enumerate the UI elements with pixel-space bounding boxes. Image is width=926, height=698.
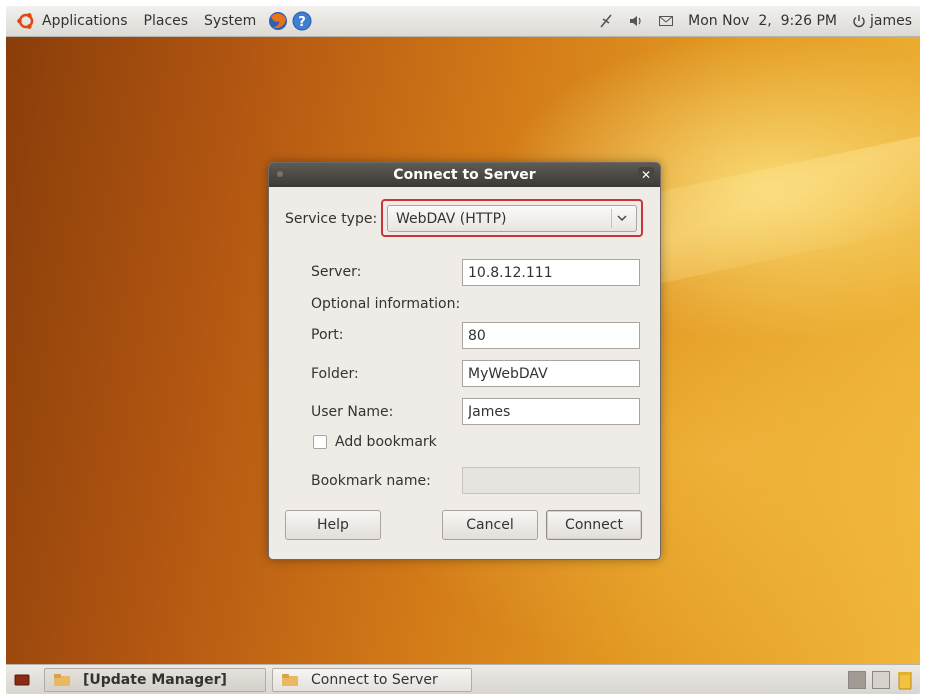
bookmark-name-label: Bookmark name: [311, 473, 431, 489]
cancel-button[interactable]: Cancel [442, 510, 538, 540]
dialog-title: Connect to Server [393, 167, 536, 183]
dropdown-arrow[interactable] [611, 209, 630, 228]
places-menu-label: Places [143, 13, 189, 29]
add-bookmark-row[interactable]: Add bookmark [313, 434, 437, 450]
port-input[interactable] [462, 322, 640, 349]
mail-icon[interactable] [658, 13, 674, 29]
update-manager-icon [54, 674, 70, 686]
workspace-2[interactable] [872, 671, 890, 689]
help-button-label: Help [317, 517, 349, 533]
taskbar-item-update-manager[interactable]: [Update Manager] [44, 668, 266, 692]
service-type-row: Service type: [285, 211, 377, 227]
folder-input[interactable] [462, 360, 640, 387]
service-type-dropdown[interactable]: WebDAV (HTTP) [387, 205, 637, 232]
show-desktop-icon[interactable] [14, 673, 30, 687]
power-icon [853, 15, 865, 28]
service-type-label: Service type: [285, 211, 378, 227]
svg-text:?: ? [298, 15, 306, 30]
firefox-icon[interactable] [268, 11, 288, 31]
window-menu-icon[interactable] [277, 171, 283, 177]
workspace-1[interactable] [848, 671, 866, 689]
folder-icon [282, 674, 298, 686]
top-panel-tray: Mon Nov 2, 9:26 PM james [598, 6, 920, 36]
bookmark-name-input [462, 467, 640, 494]
server-input[interactable] [462, 259, 640, 286]
user-name-input[interactable] [462, 398, 640, 425]
screen: Applications Places System ? Mon Nov 2, … [6, 6, 920, 694]
network-icon[interactable] [598, 13, 614, 29]
connect-to-server-dialog: Connect to Server ✕ Service type: WebDAV… [268, 162, 661, 560]
help-button[interactable]: Help [285, 510, 381, 540]
volume-icon[interactable] [628, 13, 644, 29]
help-icon[interactable]: ? [292, 11, 312, 31]
cancel-button-label: Cancel [466, 517, 514, 533]
top-panel-menus: Applications Places System ? [6, 6, 312, 36]
applications-menu[interactable]: Applications [6, 6, 136, 36]
user-name-label: User Name: [311, 404, 394, 420]
applications-menu-label: Applications [42, 13, 128, 29]
top-panel: Applications Places System ? Mon Nov 2, … [6, 6, 920, 37]
user-name: james [869, 13, 912, 29]
taskbar-item-connect-to-server[interactable]: Connect to Server [272, 668, 472, 692]
bottom-panel-right [848, 670, 920, 690]
connect-button-label: Connect [565, 517, 623, 533]
bottom-panel: [Update Manager] Connect to Server [6, 664, 920, 694]
service-type-highlight: WebDAV (HTTP) [381, 199, 643, 237]
port-label: Port: [311, 327, 344, 343]
system-menu-label: System [204, 13, 257, 29]
connect-button[interactable]: Connect [546, 510, 642, 540]
clock[interactable]: Mon Nov 2, 9:26 PM [688, 13, 837, 29]
service-type-value: WebDAV (HTTP) [396, 210, 507, 227]
system-menu[interactable]: System [196, 6, 264, 36]
ubuntu-logo-icon [17, 13, 34, 29]
dialog-titlebar[interactable]: Connect to Server ✕ [269, 163, 660, 187]
server-label: Server: [311, 264, 362, 280]
add-bookmark-label: Add bookmark [335, 434, 437, 450]
chevron-down-icon [617, 215, 627, 222]
user-menu[interactable]: james [851, 13, 912, 29]
taskbar-item-label: [Update Manager] [83, 672, 227, 688]
add-bookmark-checkbox[interactable] [313, 435, 327, 449]
close-button[interactable]: ✕ [638, 167, 654, 183]
places-menu[interactable]: Places [136, 6, 197, 36]
taskbar-item-label: Connect to Server [311, 672, 438, 688]
close-icon: ✕ [640, 168, 652, 182]
folder-label: Folder: [311, 366, 359, 382]
optional-information-label: Optional information: [311, 296, 461, 312]
trash-icon[interactable] [896, 670, 914, 690]
